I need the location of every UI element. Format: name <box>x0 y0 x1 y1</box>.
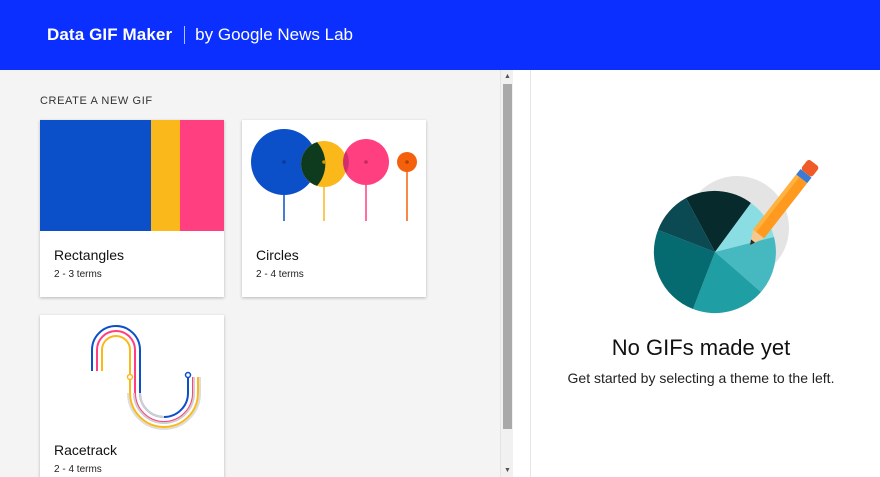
theme-card-rectangles[interactable]: Rectangles 2 - 3 terms <box>40 120 224 297</box>
card-terms: 2 - 4 terms <box>54 464 102 475</box>
card-name: Racetrack <box>54 442 118 458</box>
racetrack-thumbnail <box>40 315 224 435</box>
app-subtitle: by Google News Lab <box>195 25 353 44</box>
card-name: Circles <box>256 247 299 263</box>
empty-state-title: No GIFs made yet <box>611 335 791 360</box>
scrollbar-thumb[interactable] <box>503 84 512 429</box>
empty-state-panel: No GIFs made yet Get started by selectin… <box>530 70 880 477</box>
theme-gallery: CREATE A NEW GIF Rectangles 2 - 3 terms <box>0 70 500 477</box>
empty-state-message: Get started by selecting a theme to the … <box>567 370 835 386</box>
circles-thumbnail <box>242 120 426 231</box>
app-title[interactable]: Data GIF Maker <box>47 25 172 45</box>
pie-chart-with-pencil-icon <box>641 155 821 315</box>
scroll-up-arrow-icon[interactable]: ▲ <box>501 70 514 83</box>
gallery-scrollbar[interactable]: ▲ ▼ <box>500 70 513 477</box>
theme-card-circles[interactable]: Circles 2 - 4 terms <box>242 120 426 297</box>
card-terms: 2 - 3 terms <box>54 269 102 280</box>
section-title: CREATE A NEW GIF <box>40 95 153 107</box>
app-header: Data GIF Maker by Google News Lab <box>0 0 880 70</box>
theme-card-racetrack[interactable]: Racetrack 2 - 4 terms <box>40 315 224 477</box>
card-name: Rectangles <box>54 247 125 263</box>
scroll-down-arrow-icon[interactable]: ▼ <box>501 464 514 477</box>
card-terms: 2 - 4 terms <box>256 269 304 280</box>
rectangles-thumbnail <box>40 120 224 231</box>
header-divider <box>184 26 186 44</box>
